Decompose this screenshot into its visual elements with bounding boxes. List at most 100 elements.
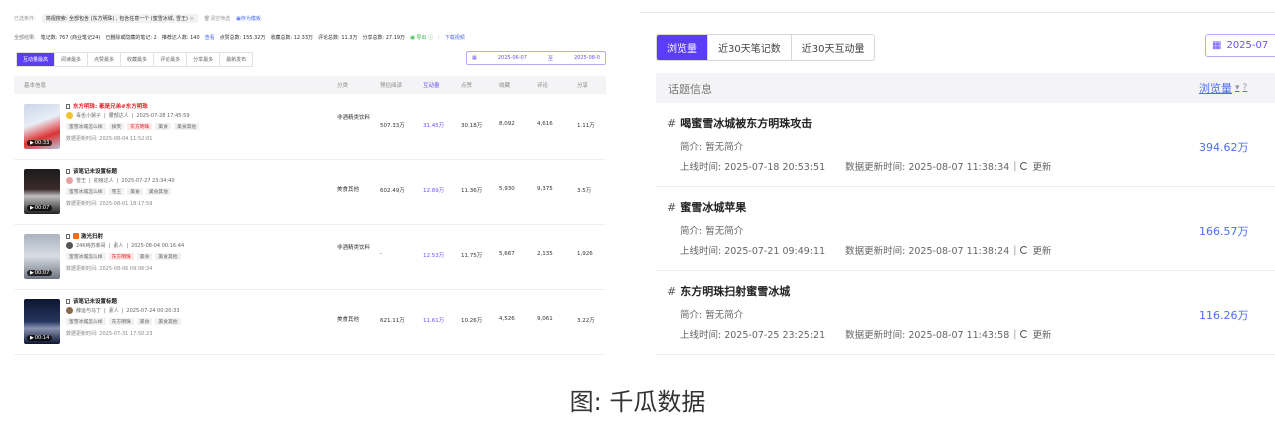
- comments-cell: 2,135: [537, 251, 553, 257]
- table-row[interactable]: ▶ 00:07 该笔记未设置标题 雪王 | 初级达人 | 2025-07-27 23:34…: [14, 161, 606, 225]
- topic-views: 116.26万: [1199, 309, 1249, 322]
- col-likes[interactable]: 点赞: [461, 81, 472, 89]
- tab-likes-most[interactable]: 点赞最多: [88, 53, 122, 66]
- refresh-icon[interactable]: [1020, 246, 1029, 254]
- date-picker[interactable]: ▦ 2025-07: [1205, 34, 1275, 57]
- author-line: 雪王 | 初级达人 | 2025-07-27 23:34:40: [66, 177, 175, 184]
- sort-tabs: 互动量最高 阅读最多 点赞最多 收藏最多 评论最多 分享最多 最新发布: [16, 52, 254, 67]
- divider: [640, 12, 1275, 13]
- update-time: 数据更新时间: 2025-08-07 11:38:34: [845, 162, 1010, 173]
- author-name[interactable]: 毒舌小舅子: [76, 112, 101, 119]
- tab-comments-most[interactable]: 评论最多: [154, 53, 188, 66]
- play-icon: ▶: [30, 205, 34, 211]
- topic-name[interactable]: # 喝蜜雪冰城被东方明珠攻击: [667, 115, 812, 131]
- topic-views: 394.62万: [1199, 141, 1249, 154]
- author-name[interactable]: 雪王: [76, 177, 86, 184]
- video-thumbnail[interactable]: ▶ 00:14: [24, 299, 60, 344]
- tab-shares-most[interactable]: 分享最多: [187, 53, 221, 66]
- topic-meta: 上线时间: 2025-07-21 09:49:11 数据更新时间: 2025-0…: [680, 243, 1052, 258]
- tab-latest[interactable]: 最新发布: [220, 53, 252, 66]
- interaction-cell: 31.45万: [423, 123, 445, 129]
- topic-name[interactable]: # 东方明珠扫射蜜雪冰城: [667, 283, 790, 299]
- refresh-icon[interactable]: [1020, 162, 1029, 170]
- likes-total: 点赞总数: 155.32万: [219, 35, 266, 41]
- author-level: 初级达人: [93, 178, 114, 184]
- publish-time: 2025-07-24 00:20:33: [126, 307, 180, 314]
- col-interaction[interactable]: 互动量: [423, 81, 440, 89]
- col-shares[interactable]: 分享: [577, 81, 588, 89]
- date-range-picker[interactable]: ▦ 2025-06-07 至 2025-08-0: [466, 51, 606, 65]
- topic-intro: 简介: 暂无简介: [680, 142, 744, 153]
- col-views[interactable]: 浏览量 ▾ ?: [1199, 80, 1247, 96]
- table-row[interactable]: ▶ 00:07 激光扫射 24K纯苏菲哥 | 素人 | 2025-08-04 00:16:…: [14, 226, 606, 290]
- col-collects[interactable]: 收藏: [499, 81, 510, 89]
- author-name[interactable]: 薛运与马丁: [76, 307, 101, 314]
- topic-intro: 简介: 暂无简介: [680, 310, 744, 321]
- comments-cell: 9,061: [537, 316, 553, 322]
- close-icon[interactable]: ⊗: [190, 16, 194, 22]
- note-title[interactable]: 东方明珠: 都是兄弟#东方明珠: [66, 102, 148, 110]
- col-reads[interactable]: 预估阅读: [380, 81, 402, 89]
- clear-filter-button[interactable]: 🗑清空筛选: [204, 15, 230, 22]
- topic-row[interactable]: # 蜜雪冰城苹果 简介: 暂无简介 上线时间: 2025-07-21 09:49:…: [656, 187, 1275, 271]
- tab-views[interactable]: 浏览量: [657, 35, 707, 60]
- likes-cell: 11.75万: [461, 253, 483, 259]
- topic-row[interactable]: # 喝蜜雪冰城被东方明珠攻击 简介: 暂无简介 上线时间: 2025-07-18 …: [656, 103, 1275, 187]
- note-title[interactable]: 该笔记未设置标题: [66, 167, 117, 175]
- help-icon[interactable]: ?: [1243, 83, 1248, 93]
- col-comments[interactable]: 评论: [537, 81, 548, 89]
- filter-chip[interactable]: 简视搜索: 全部包含 (东方明珠) , 包含任意一个 (蜜雪冰城, 雪王) ⊗: [41, 14, 198, 23]
- update-time: 数据更新时间: 2025-08-07 11:38:24: [845, 246, 1010, 257]
- note-title[interactable]: 该笔记未设置标题: [66, 297, 117, 305]
- author-name[interactable]: 24K纯苏菲哥: [76, 242, 106, 249]
- author-level: 素人: [113, 243, 124, 249]
- tag: 蜜雪冰城怎么样: [66, 253, 106, 260]
- tab-reads-most[interactable]: 阅读最多: [55, 53, 89, 66]
- video-thumbnail[interactable]: ▶ 00:33: [24, 104, 60, 149]
- filter-icon[interactable]: ▾: [1235, 83, 1240, 93]
- topics-table-header: 话题信息 浏览量 ▾ ?: [656, 73, 1275, 103]
- topics-panel: 浏览量 近30天笔记数 近30天互动量 ▦ 2025-07 话题信息 浏览量 ▾…: [640, 0, 1275, 360]
- avatar[interactable]: [66, 307, 73, 314]
- download-video-link[interactable]: 下载视频: [445, 34, 465, 41]
- duration-badge: ▶ 00:14: [27, 335, 53, 341]
- refresh-button[interactable]: 更新: [1032, 327, 1051, 341]
- topic-name[interactable]: # 蜜雪冰城苹果: [667, 199, 746, 215]
- avatar[interactable]: [66, 242, 73, 249]
- category-cell: 非酒精类饮料: [337, 115, 371, 121]
- date-end: 2025-08-0: [574, 55, 600, 61]
- refresh-icon[interactable]: [1020, 330, 1029, 338]
- interaction-cell: 11.61万: [423, 318, 445, 324]
- tag: 东方明珠: [108, 318, 134, 325]
- author-level: 素人: [108, 308, 119, 314]
- tab-interaction-highest[interactable]: 互动量最高: [17, 53, 56, 66]
- video-thumbnail[interactable]: ▶ 00:07: [24, 234, 60, 279]
- view-authors-link[interactable]: 查看: [205, 34, 215, 41]
- note-title[interactable]: 激光扫射: [66, 232, 103, 240]
- tab-30day-notes[interactable]: 近30天笔记数: [707, 35, 791, 60]
- avatar[interactable]: [66, 112, 73, 119]
- tab-30day-interaction[interactable]: 近30天互动量: [790, 35, 875, 60]
- refresh-button[interactable]: 更新: [1032, 243, 1051, 257]
- comments-cell: 9,375: [537, 186, 553, 192]
- refresh-button[interactable]: 更新: [1032, 159, 1051, 173]
- author-level: 腰部达人: [108, 113, 129, 119]
- topic-meta: 上线时间: 2025-07-25 23:25:21 数据更新时间: 2025-0…: [680, 327, 1052, 342]
- video-thumbnail[interactable]: ▶ 00:07: [24, 169, 60, 214]
- play-icon: ▶: [30, 140, 34, 146]
- emoji-icon: [73, 233, 79, 239]
- hidden-notes-count: 已删除或隐藏的笔记: 2: [105, 35, 157, 41]
- comments-cell: 4,616: [537, 121, 553, 127]
- filter-label: 已选条件:: [14, 16, 36, 22]
- avatar[interactable]: [66, 177, 73, 184]
- topic-row[interactable]: # 东方明珠扫射蜜雪冰城 简介: 暂无简介 上线时间: 2025-07-25 23…: [656, 271, 1275, 355]
- publish-time: 2025-07-27 23:34:40: [121, 177, 175, 184]
- table-row[interactable]: ▶ 00:33 东方明珠: 都是兄弟#东方明珠 毒舌小舅子 | 腰部达人 | 2025-0…: [14, 96, 606, 160]
- interaction-cell: 12.89万: [423, 188, 445, 194]
- tag-list: 蜜雪冰城怎么样 东方明珠 美食 美食其他: [66, 318, 181, 325]
- online-time: 上线时间: 2025-07-25 23:25:21: [680, 330, 826, 341]
- save-template-button[interactable]: ▣存为模板: [236, 15, 261, 22]
- table-row[interactable]: ▶ 00:14 该笔记未设置标题 薛运与马丁 | 素人 | 2025-07-24 00:2…: [14, 291, 606, 355]
- tab-collects-most[interactable]: 收藏最多: [121, 53, 155, 66]
- export-button[interactable]: ▣ 导出 ⓘ: [410, 34, 433, 41]
